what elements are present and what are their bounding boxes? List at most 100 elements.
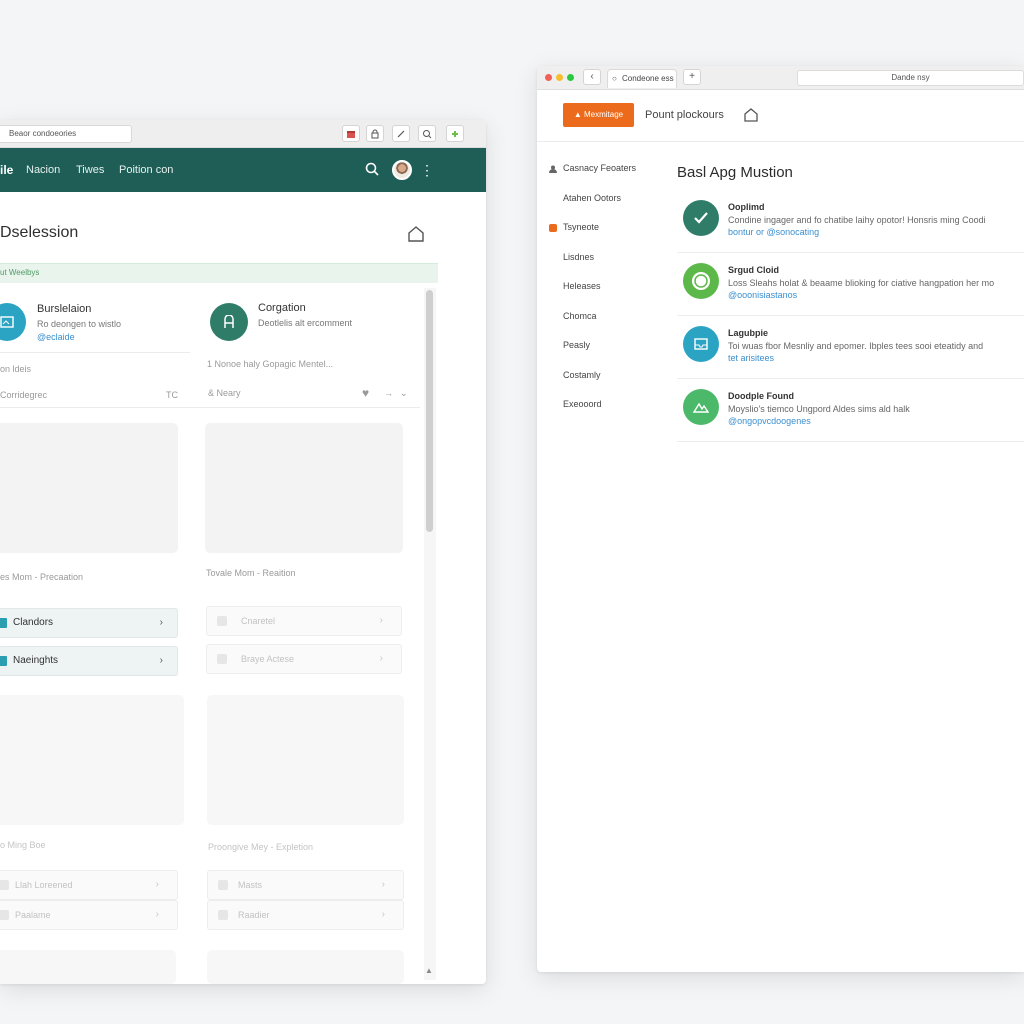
card-a-title: Burslelaion: [37, 303, 92, 315]
chevron-right-icon: ›: [381, 879, 385, 890]
sidebar-item-7[interactable]: Peasly: [563, 340, 590, 350]
home-icon[interactable]: [743, 107, 759, 123]
section-title: Basl Apg Mustion: [677, 164, 793, 181]
nav-item-3[interactable]: Poition con: [119, 148, 173, 192]
list-item[interactable]: Lagubpie Toi wuas fbor Mesnliy and epome…: [677, 316, 1024, 379]
list-button-clandors[interactable]: Clandors ›: [0, 608, 178, 638]
list-button-label: Naeinghts: [13, 655, 59, 666]
list-button-cnaretel[interactable]: Cnaretel ›: [206, 606, 402, 636]
tab-icon: ○: [612, 74, 617, 83]
list-item[interactable]: Ooplimd Condine ingager and fo chatibe l…: [677, 190, 1024, 253]
filter-a-label[interactable]: Corridegrec: [0, 390, 47, 400]
sidebar-item-1[interactable]: Casnacy Feoaters: [563, 163, 636, 173]
back-icon[interactable]: ‹: [583, 69, 601, 85]
item-icon: [0, 880, 9, 890]
search-icon[interactable]: [364, 161, 380, 177]
forward-icon[interactable]: →: [384, 388, 393, 398]
item-title: Ooplimd: [728, 202, 765, 212]
item-title: Lagubpie: [728, 328, 768, 338]
caption: es Mom - Precaation: [0, 572, 84, 582]
filter-a-value: TC: [166, 390, 178, 400]
row-b-text: 1 Nonoe haly Gopagic Mentel...: [207, 359, 334, 369]
item-link[interactable]: bontur or @sonocating: [728, 227, 819, 237]
sidebar-item-2[interactable]: Atahen Ootors: [563, 193, 621, 203]
list-item[interactable]: Srgud Cloid Loss Sleahs holat & beaame b…: [677, 253, 1024, 316]
item-link[interactable]: @ongopvcdoogenes: [728, 416, 811, 426]
tab-title: Condeone ess: [622, 74, 674, 83]
item-icon: [218, 910, 228, 920]
item-description: Moyslio's tiemco Ungpord Aldes sims ald …: [728, 404, 910, 414]
nav-item-1[interactable]: Nacion: [26, 148, 60, 192]
app-logo[interactable]: ile: [0, 148, 13, 192]
image-placeholder: [0, 950, 176, 984]
chevron-down-icon[interactable]: ⌄: [400, 388, 408, 399]
cloud-icon: [683, 263, 719, 299]
scrollbar-thumb[interactable]: [426, 290, 433, 532]
list-button-masts[interactable]: Masts ›: [207, 870, 404, 900]
card-b-icon: [210, 303, 248, 341]
list-button-naeinghts[interactable]: Naeinghts ›: [0, 646, 178, 676]
nav-item-2[interactable]: Tiwes: [76, 148, 104, 192]
tools-icon[interactable]: [392, 125, 410, 142]
maximize-window-icon[interactable]: [567, 74, 574, 81]
list-item[interactable]: Doodple Found Moyslio's tiemco Ungpord A…: [677, 379, 1024, 442]
card-b-title: Corgation: [258, 302, 306, 314]
check-icon: [683, 200, 719, 236]
list-button-label: Clandors: [13, 617, 54, 628]
caption: o Ming Boe: [0, 840, 46, 850]
inbox-icon: [683, 326, 719, 362]
primary-action-button[interactable]: ▲ Mexmitage: [563, 103, 634, 127]
list-button-braye[interactable]: Braye Actese ›: [206, 644, 402, 674]
close-window-icon[interactable]: [545, 74, 552, 81]
chevron-right-icon: ›: [381, 909, 385, 920]
extension-icon[interactable]: [446, 125, 464, 142]
list-button-paalame[interactable]: Paalame ›: [0, 900, 178, 930]
list-button-label: Cnaretel: [241, 616, 276, 626]
new-tab-icon[interactable]: +: [683, 69, 701, 85]
item-link[interactable]: tet arisitees: [728, 353, 774, 363]
sidebar-item-5[interactable]: Heleases: [563, 281, 601, 291]
row-a-label: on ldeis: [0, 364, 32, 374]
image-placeholder: [0, 695, 184, 825]
browser-tab[interactable]: ○ Condeone ess: [607, 69, 677, 88]
button-label: Mexmitage: [584, 110, 624, 119]
minimize-window-icon[interactable]: [556, 74, 563, 81]
divider: [0, 352, 190, 353]
list-button-label: Llah Loreened: [15, 880, 73, 890]
info-banner: ut Weelbys: [0, 263, 438, 283]
item-link[interactable]: @ooonisiastanos: [728, 290, 797, 300]
sidebar-item-3[interactable]: Tsyneote: [563, 222, 599, 232]
lock-icon[interactable]: [366, 125, 384, 142]
user-icon: ▲: [573, 110, 584, 119]
sidebar-item-9[interactable]: Exeooord: [563, 399, 602, 409]
sidebar-item-8[interactable]: Costamly: [563, 370, 601, 380]
calendar-icon[interactable]: [342, 125, 360, 142]
chevron-right-icon: ›: [159, 655, 163, 666]
more-menu-icon[interactable]: ⋮: [420, 148, 434, 192]
address-bar[interactable]: Beaor condoeories: [0, 125, 132, 143]
card-a-icon: [0, 303, 26, 341]
avatar[interactable]: [392, 160, 412, 180]
search-icon[interactable]: [418, 125, 436, 142]
page-title: Dselession: [0, 224, 79, 241]
caption: Tovale Mom - Reaition: [206, 568, 296, 578]
list-button-raadier[interactable]: Raadier ›: [207, 900, 404, 930]
active-marker-icon: [549, 224, 557, 232]
chevron-right-icon: ›: [379, 653, 383, 664]
home-icon[interactable]: [406, 224, 426, 244]
browser-toolbar: Beaor condoeories: [0, 120, 486, 148]
scroll-up-icon[interactable]: ▲: [425, 966, 433, 975]
list-button-llah[interactable]: Llah Loreened ›: [0, 870, 178, 900]
item-icon: [0, 618, 7, 628]
sidebar-item-4[interactable]: Lisdnes: [563, 252, 594, 262]
filter-b-label[interactable]: & Neary: [208, 388, 241, 398]
heart-icon[interactable]: ♥: [362, 386, 369, 400]
card-a-link[interactable]: @eclaide: [37, 332, 75, 342]
app-header: ▲ Mexmitage Pount plockours: [537, 90, 1024, 142]
address-bar[interactable]: Dande nsy: [797, 70, 1024, 86]
image-placeholder: [207, 950, 404, 984]
sidebar-item-6[interactable]: Chomca: [563, 311, 597, 321]
chevron-right-icon: ›: [155, 909, 159, 920]
divider: [0, 407, 420, 408]
item-title: Doodple Found: [728, 391, 794, 401]
